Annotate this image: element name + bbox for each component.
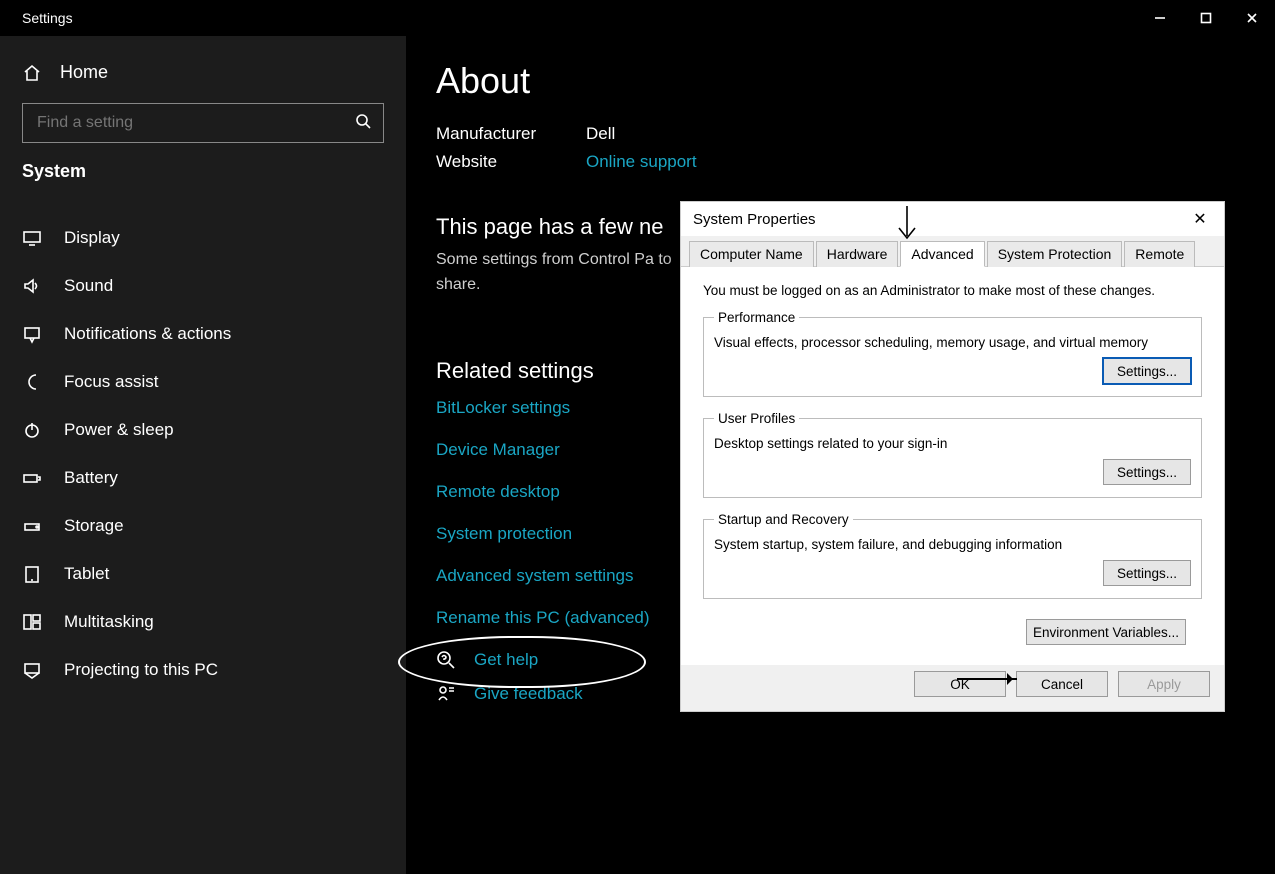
item-label: Sound [64, 276, 113, 296]
group-performance: Performance Visual effects, processor sc… [703, 310, 1202, 397]
tab-hardware[interactable]: Hardware [816, 241, 899, 267]
feedback-icon [436, 684, 456, 704]
website-row: Website Online support [436, 152, 1245, 172]
tablet-icon [22, 564, 42, 584]
group-user-profiles: User Profiles Desktop settings related t… [703, 411, 1202, 498]
sidebar-category: System [0, 161, 406, 196]
sidebar-item-power-sleep[interactable]: Power & sleep [0, 406, 406, 454]
home-nav[interactable]: Home [0, 54, 406, 103]
power-icon [22, 420, 42, 440]
system-properties-dialog: System Properties ✕ Computer Name Hardwa… [680, 201, 1225, 712]
admin-note: You must be logged on as an Administrato… [703, 283, 1202, 298]
few-body: Some settings from Control Pa to share. [436, 248, 696, 298]
home-icon [22, 63, 42, 83]
maximize-button[interactable] [1183, 0, 1229, 36]
dialog-body: You must be logged on as an Administrato… [681, 267, 1224, 665]
group-startup-recovery: Startup and Recovery System startup, sys… [703, 512, 1202, 599]
tab-advanced[interactable]: Advanced [900, 241, 984, 267]
group-startup-recovery-legend: Startup and Recovery [714, 512, 853, 527]
storage-icon [22, 516, 42, 536]
sidebar-item-battery[interactable]: Battery [0, 454, 406, 502]
performance-settings-button[interactable]: Settings... [1103, 358, 1191, 384]
sidebar-item-sound[interactable]: Sound [0, 262, 406, 310]
close-button[interactable] [1229, 0, 1275, 36]
dialog-titlebar: System Properties ✕ [681, 202, 1224, 236]
battery-icon [22, 468, 42, 488]
group-user-profiles-legend: User Profiles [714, 411, 799, 426]
group-performance-legend: Performance [714, 310, 799, 325]
multitask-icon [22, 612, 42, 632]
annotation-circle [398, 636, 646, 688]
sidebar-item-focus-assist[interactable]: Focus assist [0, 358, 406, 406]
window-title: Settings [0, 10, 73, 26]
tab-system-protection[interactable]: System Protection [987, 241, 1123, 267]
item-label: Notifications & actions [64, 324, 231, 344]
annotation-arrow-down [895, 204, 919, 244]
group-user-profiles-desc: Desktop settings related to your sign-in [714, 436, 1191, 451]
environment-variables-button[interactable]: Environment Variables... [1026, 619, 1186, 645]
website-label: Website [436, 152, 586, 172]
sidebar: Home System Display Sound Notifications … [0, 36, 406, 874]
annotation-arrow-right [957, 678, 1017, 680]
minimize-button[interactable] [1137, 0, 1183, 36]
sidebar-item-tablet[interactable]: Tablet [0, 550, 406, 598]
titlebar: Settings [0, 0, 1275, 36]
item-label: Focus assist [64, 372, 158, 392]
user-profiles-settings-button[interactable]: Settings... [1103, 459, 1191, 485]
dialog-title: System Properties [693, 211, 816, 228]
manufacturer-value: Dell [586, 124, 615, 144]
item-label: Power & sleep [64, 420, 174, 440]
sidebar-item-storage[interactable]: Storage [0, 502, 406, 550]
item-label: Tablet [64, 564, 109, 584]
item-label: Storage [64, 516, 124, 536]
home-label: Home [60, 62, 108, 83]
apply-button[interactable]: Apply [1118, 671, 1210, 697]
notification-icon [22, 324, 42, 344]
search-input[interactable] [37, 114, 355, 132]
group-startup-recovery-desc: System startup, system failure, and debu… [714, 537, 1191, 552]
sidebar-item-display[interactable]: Display [0, 214, 406, 262]
page-title: About [436, 60, 1245, 102]
startup-recovery-settings-button[interactable]: Settings... [1103, 560, 1191, 586]
window-caption-buttons [1137, 0, 1275, 36]
speaker-icon [22, 276, 42, 296]
nav-list: Display Sound Notifications & actions Fo… [0, 214, 406, 694]
dialog-buttons: OK Cancel Apply [681, 665, 1224, 711]
item-label: Projecting to this PC [64, 660, 218, 680]
ok-button[interactable]: OK [914, 671, 1006, 697]
search-box[interactable] [22, 103, 384, 143]
item-label: Multitasking [64, 612, 154, 632]
env-row: Environment Variables... [697, 613, 1208, 655]
display-icon [22, 228, 42, 248]
tab-remote[interactable]: Remote [1124, 241, 1195, 267]
item-label: Battery [64, 468, 118, 488]
dialog-close-button[interactable]: ✕ [1186, 209, 1214, 229]
cancel-button[interactable]: Cancel [1016, 671, 1108, 697]
dialog-tabs: Computer Name Hardware Advanced System P… [681, 236, 1224, 267]
sidebar-item-multitasking[interactable]: Multitasking [0, 598, 406, 646]
search-icon [355, 113, 371, 134]
manufacturer-label: Manufacturer [436, 124, 586, 144]
sidebar-item-projecting[interactable]: Projecting to this PC [0, 646, 406, 694]
item-label: Display [64, 228, 120, 248]
project-icon [22, 660, 42, 680]
group-performance-desc: Visual effects, processor scheduling, me… [714, 335, 1191, 350]
manufacturer-row: Manufacturer Dell [436, 124, 1245, 144]
website-link[interactable]: Online support [586, 152, 697, 172]
moon-icon [22, 372, 42, 392]
sidebar-item-notifications[interactable]: Notifications & actions [0, 310, 406, 358]
tab-computer-name[interactable]: Computer Name [689, 241, 814, 267]
